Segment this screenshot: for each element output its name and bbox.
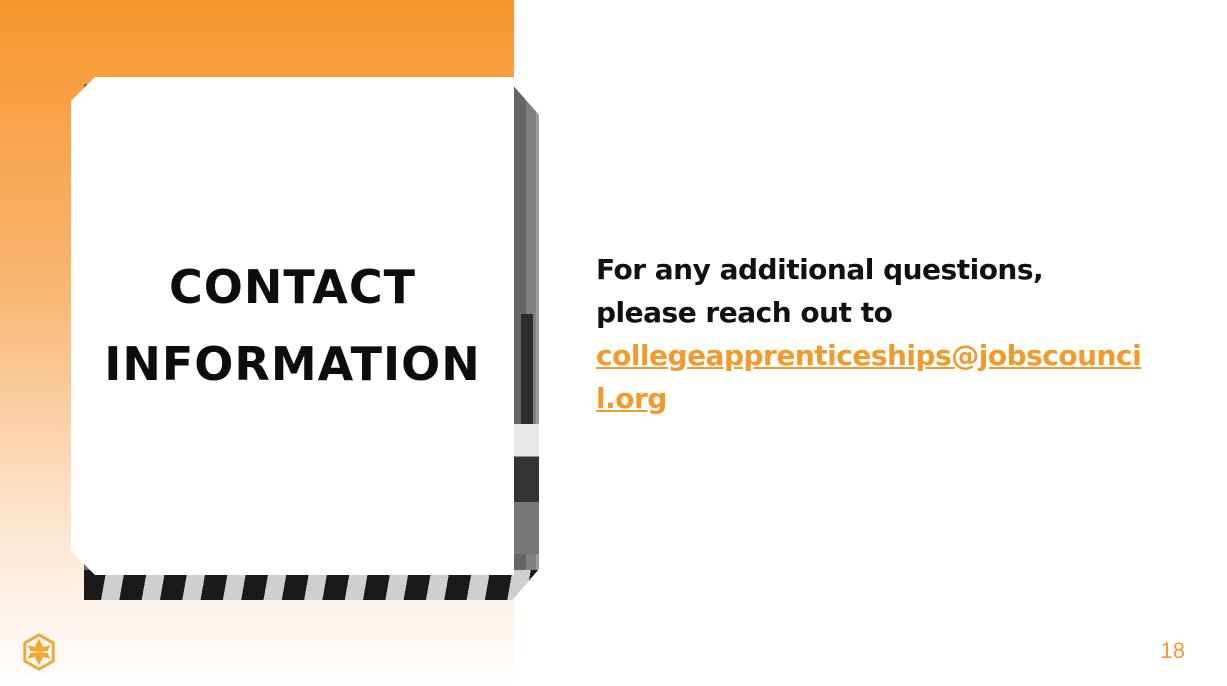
slide-title-line2: INFORMATION	[104, 337, 481, 391]
contact-message: For any additional questions, please rea…	[596, 248, 1156, 420]
hexagon-flower-logo-icon	[23, 633, 55, 671]
photo-window	[521, 314, 533, 424]
slide-title-line1: CONTACT	[169, 260, 416, 314]
message-line1: For any additional questions,	[596, 253, 1044, 286]
title-card: CONTACT INFORMATION	[71, 77, 514, 575]
contact-email-link[interactable]: collegeapprenticeships@jobscouncil.org	[596, 334, 1156, 420]
page-number: 18	[1160, 638, 1185, 663]
photo-car	[513, 424, 539, 554]
slide-title: CONTACT INFORMATION	[104, 249, 480, 403]
message-line2: please reach out to	[596, 296, 893, 329]
